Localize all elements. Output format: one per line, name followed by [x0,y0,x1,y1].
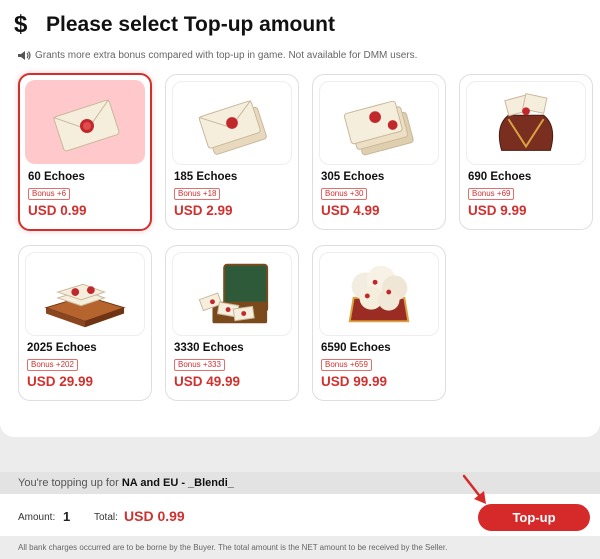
bonus-badge: Bonus +69 [468,188,515,200]
package-price: USD 4.99 [321,203,380,218]
topup-panel: $ Please select Top-up amount Grants mor… [0,0,600,437]
package-price: USD 99.99 [321,374,388,389]
envelope-pile-icon [319,81,439,165]
bonus-badge: Bonus +6 [28,188,71,200]
package-card-185[interactable]: 185 Echoes Bonus +18 USD 2.99 [165,74,299,230]
envelope-icon [25,80,145,164]
topping-up-prefix: You're topping up for [18,477,119,489]
envelope-stack-icon [172,81,292,165]
footer-disclaimer: All bank charges occurred are to be born… [18,543,448,552]
envelope-suitcase-icon [172,252,292,336]
package-name: 60 Echoes [28,171,85,183]
package-name: 690 Echoes [468,171,532,183]
topup-button[interactable]: Top-up [478,504,590,531]
topping-up-for-bar: You're topping up for NA and EU - _Blend… [0,472,600,494]
envelope-bag-icon [466,81,586,165]
package-card-60[interactable]: 60 Echoes Bonus +6 USD 0.99 [18,73,152,231]
package-price: USD 29.99 [27,374,94,389]
amount-label: Amount: [18,512,56,523]
package-price: USD 9.99 [468,203,527,218]
package-card-690[interactable]: 690 Echoes Bonus +69 USD 9.99 [459,74,593,230]
package-name: 185 Echoes [174,171,238,183]
total-label: Total: [94,512,118,523]
envelope-tray-icon [25,252,145,336]
package-card-305[interactable]: 305 Echoes Bonus +30 USD 4.99 [312,74,446,230]
package-card-6590[interactable]: 6590 Echoes Bonus +659 USD 99.99 [312,245,446,401]
bonus-badge: Bonus +30 [321,188,368,200]
package-price: USD 0.99 [28,203,87,218]
package-name: 305 Echoes [321,171,385,183]
bonus-badge: Bonus +202 [27,359,78,371]
package-price: USD 49.99 [174,374,241,389]
speaker-icon [18,51,31,60]
bonus-badge: Bonus +333 [174,359,225,371]
bonus-notice: Grants more extra bonus compared with to… [17,50,417,61]
package-card-3330[interactable]: 3330 Echoes Bonus +333 USD 49.99 [165,245,299,401]
amount-value: 1 [63,509,71,524]
bonus-badge: Bonus +659 [321,359,372,371]
bonus-notice-text: Grants more extra bonus compared with to… [35,50,418,61]
arrow-pointer-icon [462,474,486,504]
envelope-chest-icon [319,252,439,336]
package-name: 3330 Echoes [174,342,244,354]
package-card-2025[interactable]: 2025 Echoes Bonus +202 USD 29.99 [18,245,152,401]
total-value: USD 0.99 [124,508,185,524]
package-price: USD 2.99 [174,203,233,218]
page-title: Please select Top-up amount [46,13,336,36]
package-name: 2025 Echoes [27,342,97,354]
bonus-badge: Bonus +18 [174,188,221,200]
package-name: 6590 Echoes [321,342,391,354]
account-name: NA and EU - _Blendi_ [121,477,234,489]
checkout-bar: Amount: 1 Total: USD 0.99 Top-up [0,494,600,536]
dollar-icon: $ [14,11,28,38]
title-row: $ Please select Top-up amount [14,10,335,40]
